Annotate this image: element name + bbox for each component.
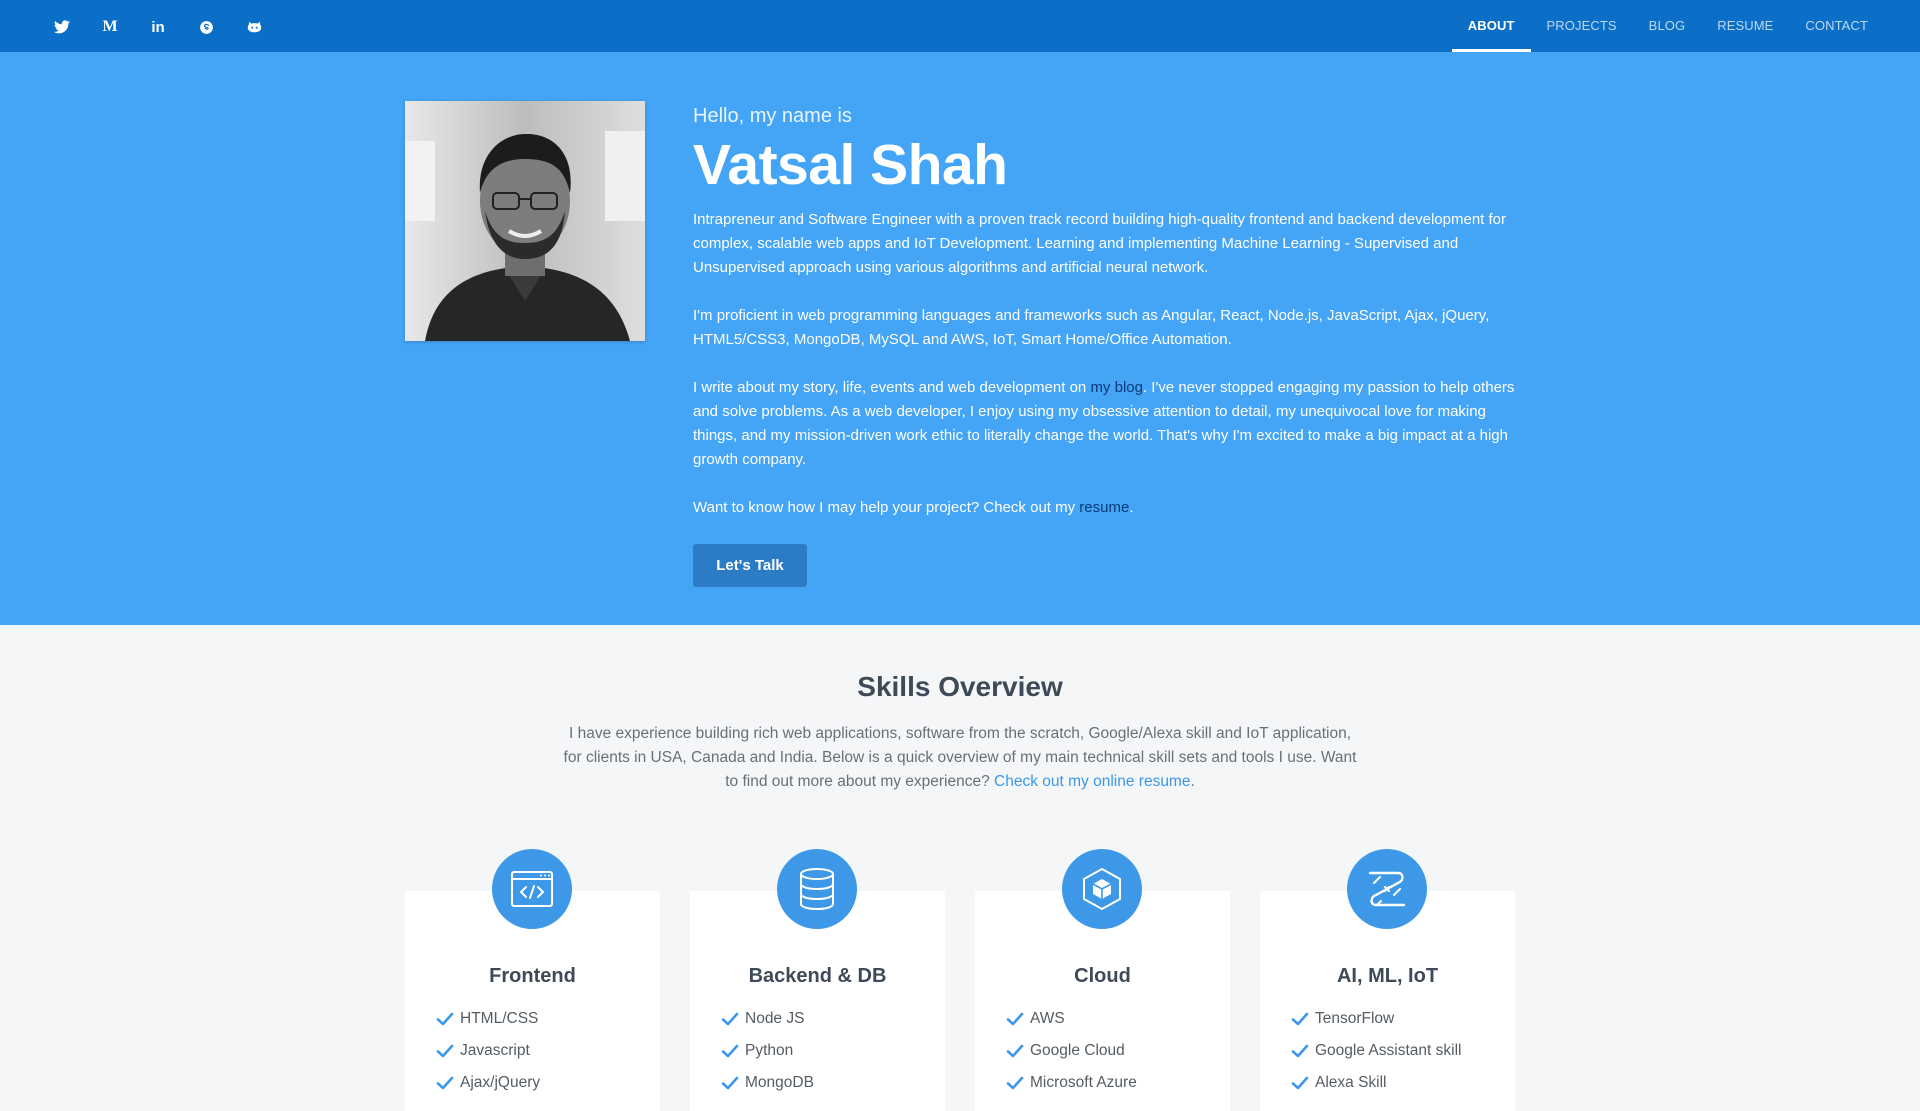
skill-label: Alexa Skill <box>1315 1074 1387 1091</box>
skills-title: Skills Overview <box>857 671 1063 702</box>
list-item: MongoDB <box>721 1067 814 1099</box>
skill-list: HTML/CSS Javascript Ajax/jQuery <box>436 1003 540 1099</box>
social-links: M in <box>38 14 278 40</box>
skill-label: Google Cloud <box>1030 1042 1125 1059</box>
list-item: Microsoft Azure <box>1006 1067 1137 1099</box>
p4-text-before: Want to know how I may help your project… <box>693 499 1080 516</box>
nav-about[interactable]: ABOUT <box>1451 0 1531 52</box>
github-link[interactable] <box>230 14 278 40</box>
cube-icon <box>1062 849 1142 929</box>
list-item: Google Assistant skill <box>1291 1035 1461 1067</box>
nav-contact[interactable]: CONTACT <box>1789 0 1884 52</box>
medium-icon: M <box>102 18 118 35</box>
skype-icon <box>199 20 214 35</box>
skills-section: Skills Overview I have experience buildi… <box>0 625 1920 1111</box>
nav-blog[interactable]: BLOG <box>1633 0 1702 52</box>
skill-label: Microsoft Azure <box>1030 1074 1137 1091</box>
github-icon <box>247 20 262 34</box>
check-icon <box>436 1074 454 1092</box>
skill-card-frontend: Frontend HTML/CSS Javascript Ajax/jQuery <box>405 849 660 1111</box>
skill-label: HTML/CSS <box>460 1010 539 1027</box>
skill-list: Node JS Python MongoDB <box>721 1003 814 1099</box>
blog-link[interactable]: my blog <box>1090 379 1143 396</box>
skill-card-backend: Backend & DB Node JS Python MongoDB <box>690 849 945 1111</box>
skills-intro-end: . <box>1190 773 1195 790</box>
check-icon <box>436 1010 454 1028</box>
skill-label: TensorFlow <box>1315 1010 1395 1027</box>
list-item: TensorFlow <box>1291 1003 1461 1035</box>
skill-label: Google Assistant skill <box>1315 1042 1462 1059</box>
code-window-icon <box>492 849 572 929</box>
check-icon <box>1006 1010 1024 1028</box>
profile-name: Vatsal Shah <box>693 133 1008 197</box>
list-item: Node JS <box>721 1003 814 1035</box>
skill-card-ai-ml-iot: AI, ML, IoT TensorFlow Google Assistant … <box>1260 849 1515 1111</box>
skill-label: Python <box>745 1042 794 1059</box>
database-icon <box>777 849 857 929</box>
intro-paragraph-3: I write about my story, life, events and… <box>693 376 1517 472</box>
skills-intro: I have experience building rich web appl… <box>560 722 1360 794</box>
list-item: AWS <box>1006 1003 1137 1035</box>
linkedin-link[interactable]: in <box>134 14 182 40</box>
skill-list: AWS Google Cloud Microsoft Azure <box>1006 1003 1137 1099</box>
circuit-icon <box>1347 849 1427 929</box>
skill-label: Ajax/jQuery <box>460 1074 541 1091</box>
profile-photo <box>405 101 645 341</box>
list-item: Javascript <box>436 1035 540 1067</box>
skill-label: AWS <box>1030 1010 1065 1027</box>
nav-projects[interactable]: PROJECTS <box>1531 0 1633 52</box>
check-icon <box>721 1042 739 1060</box>
skill-card-cloud: Cloud AWS Google Cloud Microsoft Azure <box>975 849 1230 1111</box>
hero-text: Hello, my name is Vatsal Shah Intraprene… <box>693 103 1517 587</box>
twitter-link[interactable] <box>38 14 86 40</box>
main-nav: ABOUT PROJECTS BLOG RESUME CONTACT <box>1451 0 1884 52</box>
skype-link[interactable] <box>182 14 230 40</box>
intro-paragraph-1: Intrapreneur and Software Engineer with … <box>693 211 1506 276</box>
nav-resume[interactable]: RESUME <box>1701 0 1789 52</box>
list-item: Python <box>721 1035 814 1067</box>
card-title: Cloud <box>1074 965 1131 987</box>
about-hero: Hello, my name is Vatsal Shah Intraprene… <box>0 52 1920 625</box>
check-icon <box>1291 1010 1309 1028</box>
intro-paragraph-2: I'm proficient in web programming langua… <box>693 307 1490 348</box>
online-resume-link[interactable]: Check out my online resume <box>994 773 1190 790</box>
resume-link[interactable]: resume <box>1079 499 1129 516</box>
card-title: Backend & DB <box>748 965 887 987</box>
list-item: Ajax/jQuery <box>436 1067 540 1099</box>
medium-link[interactable]: M <box>86 14 134 40</box>
skill-label: Node JS <box>745 1010 805 1027</box>
skill-label: Javascript <box>460 1042 530 1059</box>
p4-text-after: . <box>1129 499 1134 516</box>
skills-intro-text: I have experience building rich web appl… <box>563 725 1357 790</box>
check-icon <box>1291 1042 1309 1060</box>
check-icon <box>1006 1042 1024 1060</box>
skill-list: TensorFlow Google Assistant skill Alexa … <box>1291 1003 1461 1099</box>
check-icon <box>1006 1074 1024 1092</box>
p3-text-before: I write about my story, life, events and… <box>693 379 1091 396</box>
skill-cards: Frontend HTML/CSS Javascript Ajax/jQuery… <box>405 849 1515 1111</box>
twitter-icon <box>54 20 70 34</box>
intro-paragraph-4: Want to know how I may help your project… <box>693 496 1517 520</box>
greeting: Hello, my name is <box>693 105 852 127</box>
check-icon <box>1291 1074 1309 1092</box>
card-title: Frontend <box>489 965 576 987</box>
skill-label: MongoDB <box>745 1074 814 1091</box>
lets-talk-button[interactable]: Let's Talk <box>693 544 807 587</box>
check-icon <box>721 1074 739 1092</box>
top-navbar: M in ABOUT PROJECTS BLOG RESUME CONTACT <box>0 0 1920 52</box>
linkedin-icon: in <box>151 18 165 36</box>
list-item: HTML/CSS <box>436 1003 540 1035</box>
list-item: Alexa Skill <box>1291 1067 1461 1099</box>
list-item: Google Cloud <box>1006 1035 1137 1067</box>
check-icon <box>436 1042 454 1060</box>
check-icon <box>721 1010 739 1028</box>
card-title: AI, ML, IoT <box>1336 965 1439 987</box>
